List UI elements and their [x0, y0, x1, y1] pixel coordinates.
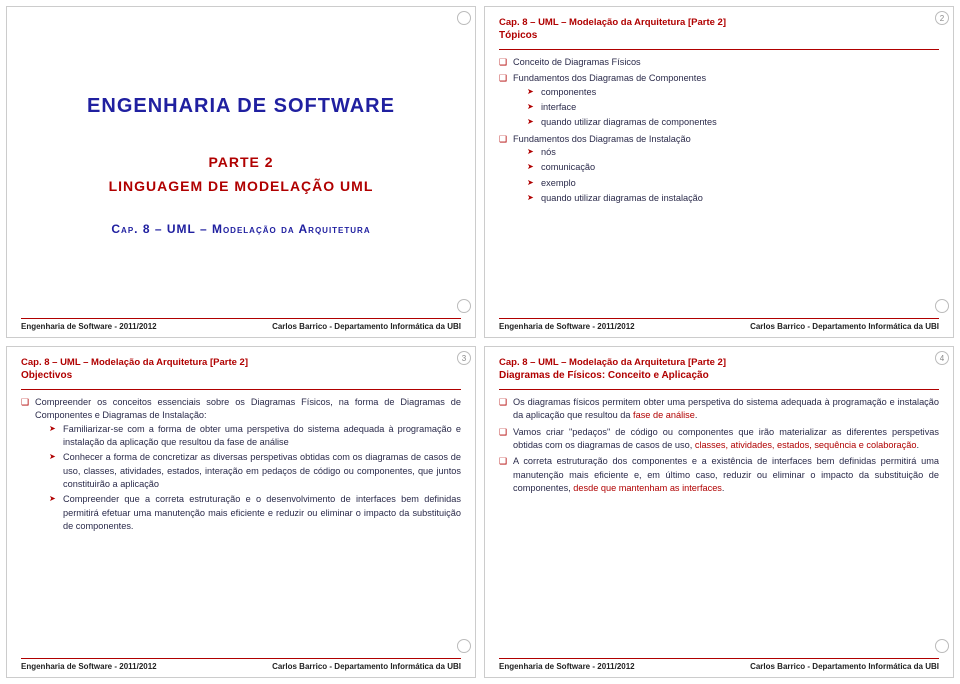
chapter-header: Cap. 8 – UML – Modelação da Arquitetura …	[499, 357, 939, 368]
slide-2-topics: 2 Cap. 8 – UML – Modelação da Arquitetur…	[484, 6, 954, 338]
list-item: componentes	[527, 86, 939, 99]
footer-right: Carlos Barrico - Departamento Informátic…	[750, 662, 939, 671]
slide-footer: Engenharia de Software - 2011/2012 Carlo…	[499, 318, 939, 331]
footer-left: Engenharia de Software - 2011/2012	[21, 322, 157, 331]
course-title: ENGENHARIA DE SOFTWARE	[87, 95, 395, 118]
slide-subtitle: Tópicos	[499, 30, 939, 41]
list-item: Compreender que a correta estruturação e…	[49, 493, 461, 533]
title-block: ENGENHARIA DE SOFTWARE PARTE 2 LINGUAGEM…	[21, 17, 461, 314]
list-item: Os diagramas físicos permitem obter uma …	[499, 396, 939, 423]
footer-right: Carlos Barrico - Departamento Informátic…	[272, 322, 461, 331]
separator	[499, 49, 939, 50]
part-label: PARTE 2	[208, 154, 273, 170]
footer-left: Engenharia de Software - 2011/2012	[21, 662, 157, 671]
list-item: Fundamentos dos Diagramas de Componentes…	[499, 72, 939, 129]
list-item: quando utilizar diagramas de componentes	[527, 116, 939, 129]
footer-left: Engenharia de Software - 2011/2012	[499, 322, 635, 331]
page-number: 2	[935, 11, 949, 25]
footer-right: Carlos Barrico - Departamento Informátic…	[750, 322, 939, 331]
slide-content: Os diagramas físicos permitem obter uma …	[499, 396, 939, 654]
slide-subtitle: Objectivos	[21, 370, 461, 381]
slide-footer: Engenharia de Software - 2011/2012 Carlo…	[499, 658, 939, 671]
topic-list: Os diagramas físicos permitem obter uma …	[499, 396, 939, 495]
footer-left: Engenharia de Software - 2011/2012	[499, 662, 635, 671]
separator	[499, 389, 939, 390]
sub-list: Familiarizar-se com a forma de obter uma…	[35, 423, 461, 534]
list-item: Conceito de Diagramas Físicos	[499, 56, 939, 69]
list-item: Conhecer a forma de concretizar as diver…	[49, 451, 461, 491]
slide-footer: Engenharia de Software - 2011/2012 Carlo…	[21, 318, 461, 331]
chapter-label: Cap. 8 – UML – Modelação da Arquitetura	[111, 222, 370, 236]
page-number: 4	[935, 351, 949, 365]
chapter-header: Cap. 8 – UML – Modelação da Arquitetura …	[499, 17, 939, 28]
page-number: 3	[457, 351, 471, 365]
list-item: Familiarizar-se com a forma de obter uma…	[49, 423, 461, 450]
topic-list: Compreender os conceitos essenciais sobr…	[21, 396, 461, 533]
list-item: comunicação	[527, 161, 939, 174]
list-item: A correta estruturação dos componentes e…	[499, 455, 939, 495]
list-item: quando utilizar diagramas de instalação	[527, 192, 939, 205]
list-item: Vamos criar "pedaços" de código ou compo…	[499, 426, 939, 453]
sub-list: componentes interface quando utilizar di…	[513, 86, 939, 130]
separator	[21, 389, 461, 390]
list-item: Compreender os conceitos essenciais sobr…	[21, 396, 461, 533]
list-item: interface	[527, 101, 939, 114]
slide-1-title: ENGENHARIA DE SOFTWARE PARTE 2 LINGUAGEM…	[6, 6, 476, 338]
slide-3-objectives: 3 Cap. 8 – UML – Modelação da Arquitetur…	[6, 346, 476, 678]
list-item: exemplo	[527, 177, 939, 190]
language-label: LINGUAGEM DE MODELAÇÃO UML	[109, 178, 374, 194]
topic-list: Conceito de Diagramas Físicos Fundamento…	[499, 56, 939, 205]
sub-list: nós comunicação exemplo quando utilizar …	[513, 146, 939, 205]
slide-4-concepts: 4 Cap. 8 – UML – Modelação da Arquitetur…	[484, 346, 954, 678]
slide-subtitle: Diagramas de Físicos: Conceito e Aplicaç…	[499, 370, 939, 381]
slide-footer: Engenharia de Software - 2011/2012 Carlo…	[21, 658, 461, 671]
slide-content: Compreender os conceitos essenciais sobr…	[21, 396, 461, 654]
slide-content: Conceito de Diagramas Físicos Fundamento…	[499, 56, 939, 314]
list-item: nós	[527, 146, 939, 159]
chapter-header: Cap. 8 – UML – Modelação da Arquitetura …	[21, 357, 461, 368]
list-item: Fundamentos dos Diagramas de Instalação …	[499, 133, 939, 206]
footer-right: Carlos Barrico - Departamento Informátic…	[272, 662, 461, 671]
